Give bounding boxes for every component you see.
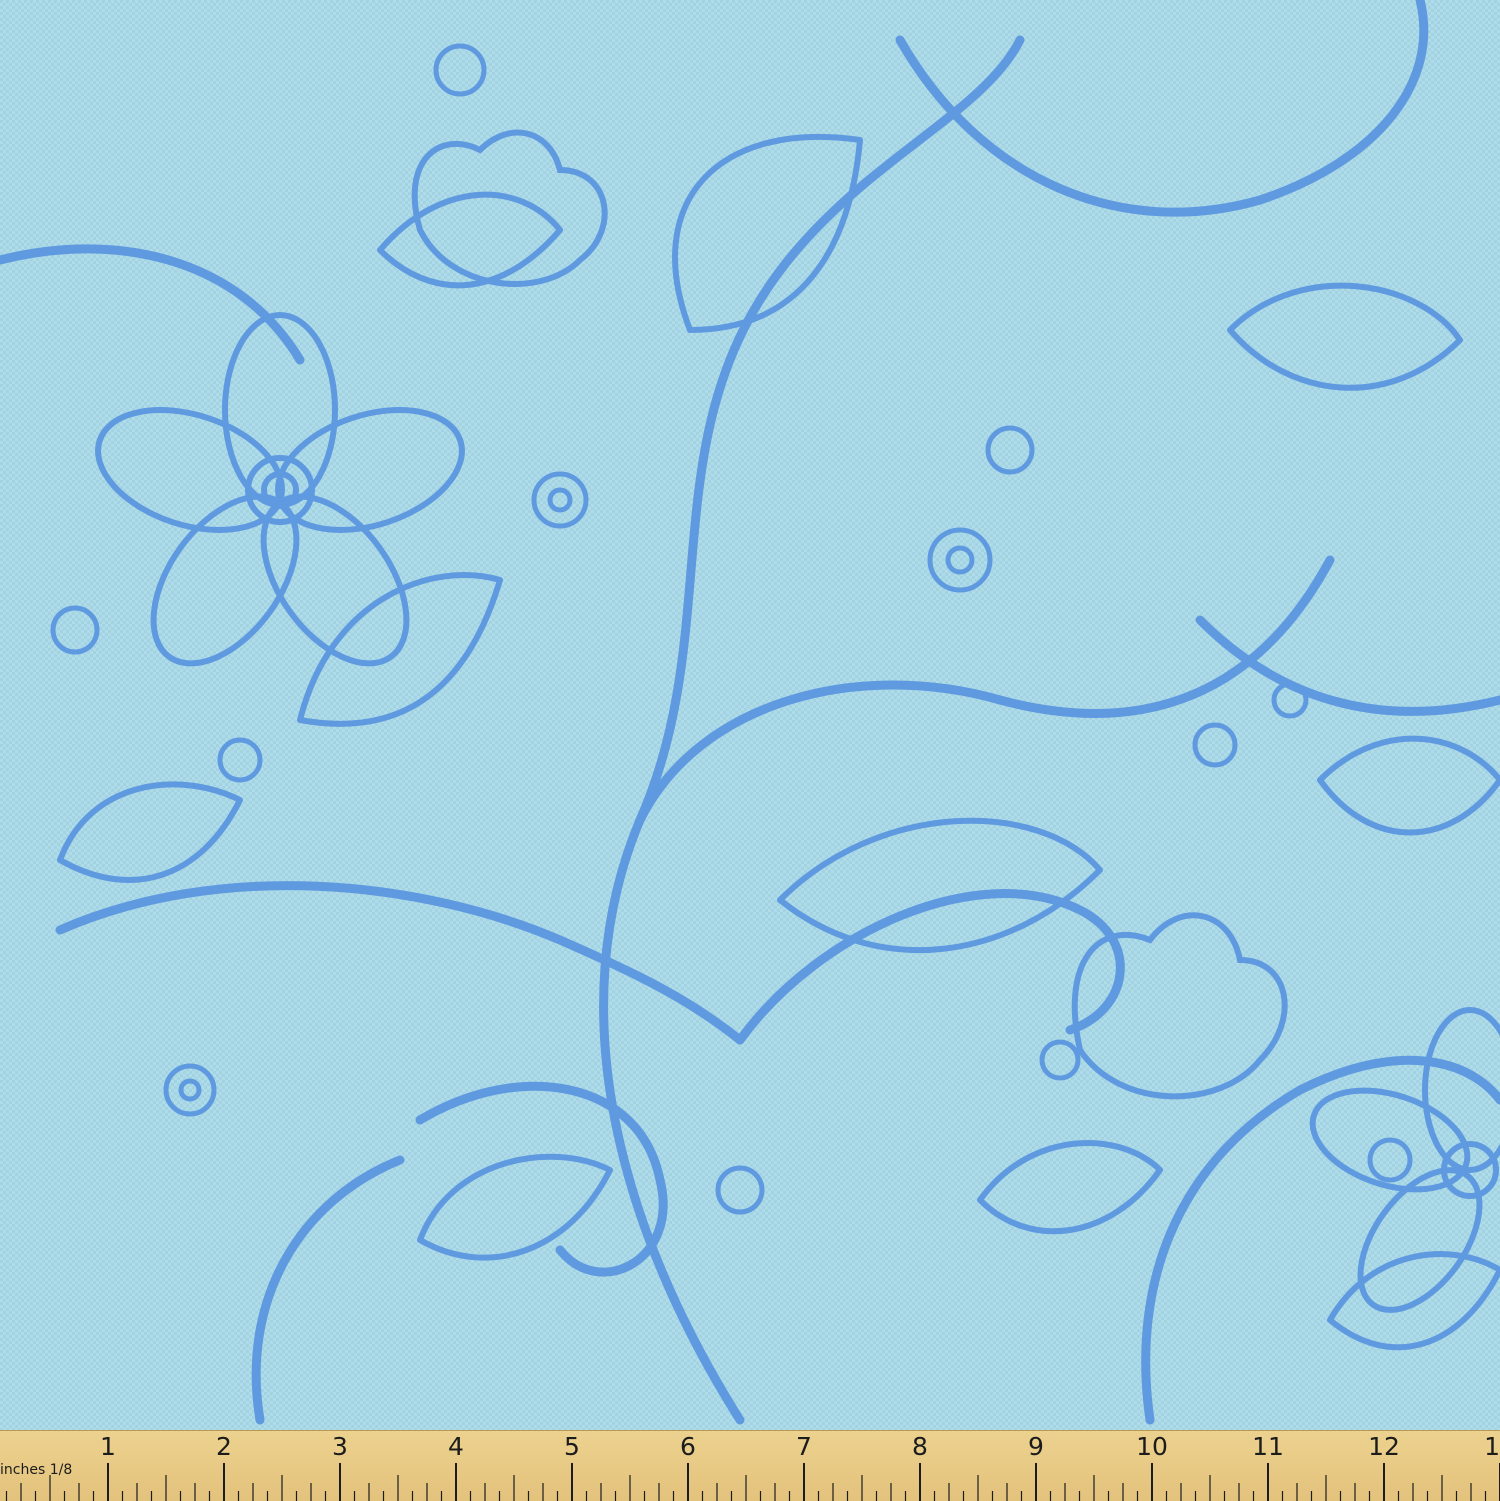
ruler-number: 5 bbox=[564, 1432, 580, 1461]
ruler-number: 11 bbox=[1252, 1432, 1284, 1461]
ruler-number: 13 bbox=[1484, 1432, 1500, 1461]
ruler-number: 6 bbox=[680, 1432, 696, 1461]
fabric-swatch bbox=[0, 0, 1500, 1430]
ruler-number: 8 bbox=[912, 1432, 928, 1461]
ruler-number: 3 bbox=[332, 1432, 348, 1461]
ruler-unit-label: inches 1/8 bbox=[0, 1462, 73, 1478]
measuring-ruler: inches 1/8 12345678910111213 bbox=[0, 1430, 1500, 1501]
ruler-number: 12 bbox=[1368, 1432, 1400, 1461]
ruler-number: 9 bbox=[1028, 1432, 1044, 1461]
ruler-number: 2 bbox=[216, 1432, 232, 1461]
ruler-number: 4 bbox=[448, 1432, 464, 1461]
ruler-number: 7 bbox=[796, 1432, 812, 1461]
damask-pattern bbox=[0, 0, 1500, 1430]
ruler-number: 1 bbox=[100, 1432, 116, 1461]
ruler-number: 10 bbox=[1136, 1432, 1168, 1461]
